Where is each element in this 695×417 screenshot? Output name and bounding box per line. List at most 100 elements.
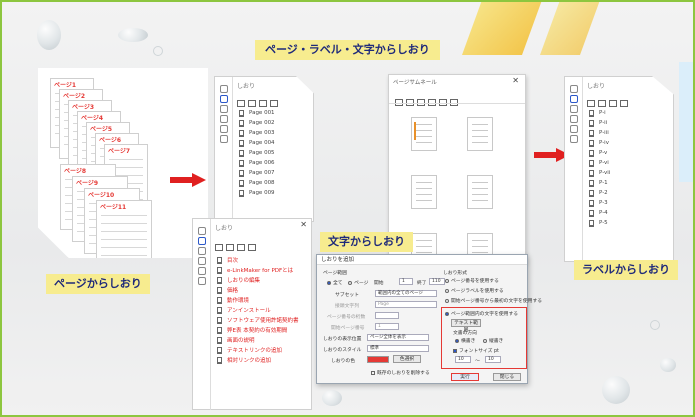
options-icon[interactable] <box>215 244 223 251</box>
style-label: しおりのスタイル <box>323 348 362 353</box>
search-icon[interactable] <box>219 105 228 113</box>
layers-icon[interactable] <box>219 85 228 93</box>
bookmark-item[interactable]: Page 006 <box>239 158 313 168</box>
bookmark-icon[interactable] <box>219 95 228 103</box>
keep-existing-checkbox[interactable] <box>371 370 375 375</box>
bookmark-item[interactable]: Page 008 <box>239 178 313 188</box>
bookmark-icon[interactable] <box>569 95 578 103</box>
start-number-input[interactable]: 1 <box>375 323 399 330</box>
font-max-input[interactable]: 10 <box>485 356 501 363</box>
bookmark-item[interactable]: 相対リンクの追加 <box>217 355 311 365</box>
panel-header: しおり <box>587 83 606 90</box>
bookmark-item[interactable]: P-4 <box>589 208 669 218</box>
gear-icon[interactable] <box>569 115 578 123</box>
find-bookmark-icon[interactable] <box>270 100 278 107</box>
bookmark-item[interactable]: P-iii <box>589 128 669 138</box>
subset-select[interactable]: 範囲内の全てのページ <box>375 290 437 297</box>
range-pages-radio[interactable] <box>348 280 353 285</box>
bookmark-item[interactable]: P-2 <box>589 188 669 198</box>
page-thumbnail[interactable] <box>467 117 493 151</box>
attachment-icon[interactable] <box>197 267 206 275</box>
vertical-radio[interactable] <box>482 338 487 343</box>
add-bookmark-icon[interactable] <box>609 100 617 107</box>
font-min-input[interactable]: 10 <box>455 356 471 363</box>
style-select[interactable]: 標準 <box>367 345 429 352</box>
add-bookmark-icon[interactable] <box>237 244 245 251</box>
bookmark-item[interactable]: P-v <box>589 148 669 158</box>
bookmark-item[interactable]: P-vii <box>589 168 669 178</box>
bookmark-icon <box>589 209 594 217</box>
color-select-button[interactable]: 色選択 <box>393 355 421 363</box>
bookmark-icon[interactable] <box>197 237 206 245</box>
bookmark-label: しおりの編集 <box>227 278 261 284</box>
bookmark-item[interactable]: e-LinkMaker for PDFとは <box>217 265 311 275</box>
delete-icon[interactable] <box>248 100 256 107</box>
bookmark-item[interactable]: P-3 <box>589 198 669 208</box>
bookmark-item[interactable]: Page 007 <box>239 168 313 178</box>
page-thumbnail[interactable] <box>467 175 493 209</box>
bookmark-item[interactable]: 動作環境 <box>217 295 311 305</box>
color-swatch[interactable] <box>367 356 389 363</box>
bookmark-item[interactable]: 価格 <box>217 285 311 295</box>
run-button[interactable]: 実行 <box>451 373 479 381</box>
display-select[interactable]: ページ全体を表示 <box>367 334 429 341</box>
bookmark-item[interactable]: P-ii <box>589 118 669 128</box>
page-icon[interactable] <box>569 135 578 143</box>
range-start-input[interactable]: 1 <box>399 278 413 285</box>
first-text-radio[interactable] <box>445 298 449 303</box>
prefix-input[interactable]: Page <box>375 301 437 308</box>
gear-icon[interactable] <box>197 257 206 265</box>
text-range-radio[interactable] <box>445 311 449 316</box>
text-range-button[interactable]: テキスト範囲 <box>451 319 481 333</box>
layers-icon[interactable] <box>569 85 578 93</box>
attachment-icon[interactable] <box>569 125 578 133</box>
page-number-radio[interactable] <box>445 278 449 283</box>
close-icon[interactable]: ✕ <box>300 220 307 229</box>
bookmark-item[interactable]: アンインストール <box>217 305 311 315</box>
page-icon[interactable] <box>197 277 206 285</box>
water-drop <box>660 358 676 372</box>
find-bookmark-icon[interactable] <box>248 244 256 251</box>
bookmark-item[interactable]: Page 009 <box>239 188 313 198</box>
layers-icon[interactable] <box>197 227 206 235</box>
bookmark-item[interactable]: 目次 <box>217 255 311 265</box>
bookmark-item[interactable]: P-iv <box>589 138 669 148</box>
digits-input[interactable] <box>375 312 399 319</box>
delete-icon[interactable] <box>598 100 606 107</box>
page-thumbnail[interactable] <box>411 117 437 151</box>
bookmark-item[interactable]: P-i <box>589 108 669 118</box>
close-button[interactable]: 閉じる <box>493 373 521 381</box>
page-label-radio[interactable] <box>445 288 449 293</box>
page-thumbnail[interactable] <box>411 175 437 209</box>
search-icon[interactable] <box>569 105 578 113</box>
attachment-icon[interactable] <box>219 125 228 133</box>
bookmark-item[interactable]: Page 002 <box>239 118 313 128</box>
bookmark-item[interactable]: P-vi <box>589 158 669 168</box>
bookmark-item[interactable]: P-1 <box>589 178 669 188</box>
bookmark-item[interactable]: ソフトウェア使用許諾契約書 <box>217 315 311 325</box>
bookmark-item[interactable]: P-5 <box>589 218 669 228</box>
page-icon[interactable] <box>219 135 228 143</box>
bookmark-item[interactable]: Page 005 <box>239 148 313 158</box>
bookmark-item[interactable]: テキストリンクの追加 <box>217 345 311 355</box>
gear-icon[interactable] <box>219 115 228 123</box>
bookmark-item[interactable]: Page 003 <box>239 128 313 138</box>
water-drop <box>37 20 61 50</box>
bookmark-item[interactable]: Page 004 <box>239 138 313 148</box>
bookmark-item[interactable]: Page 001 <box>239 108 313 118</box>
bookmark-icon <box>217 266 222 274</box>
find-bookmark-icon[interactable] <box>620 100 628 107</box>
close-icon[interactable]: ✕ <box>512 76 519 85</box>
range-end-input[interactable]: 110 <box>429 278 445 285</box>
options-icon[interactable] <box>587 100 595 107</box>
options-icon[interactable] <box>237 100 245 107</box>
font-size-checkbox[interactable] <box>453 348 457 353</box>
bookmark-item[interactable]: 画面の説明 <box>217 335 311 345</box>
delete-icon[interactable] <box>226 244 234 251</box>
bookmark-item[interactable]: しおりの編集 <box>217 275 311 285</box>
range-all-radio[interactable] <box>327 280 331 285</box>
bookmark-item[interactable]: 弊E表 本契約の有効期間 <box>217 325 311 335</box>
horizontal-radio[interactable] <box>455 338 459 343</box>
add-bookmark-icon[interactable] <box>259 100 267 107</box>
search-icon[interactable] <box>197 247 206 255</box>
